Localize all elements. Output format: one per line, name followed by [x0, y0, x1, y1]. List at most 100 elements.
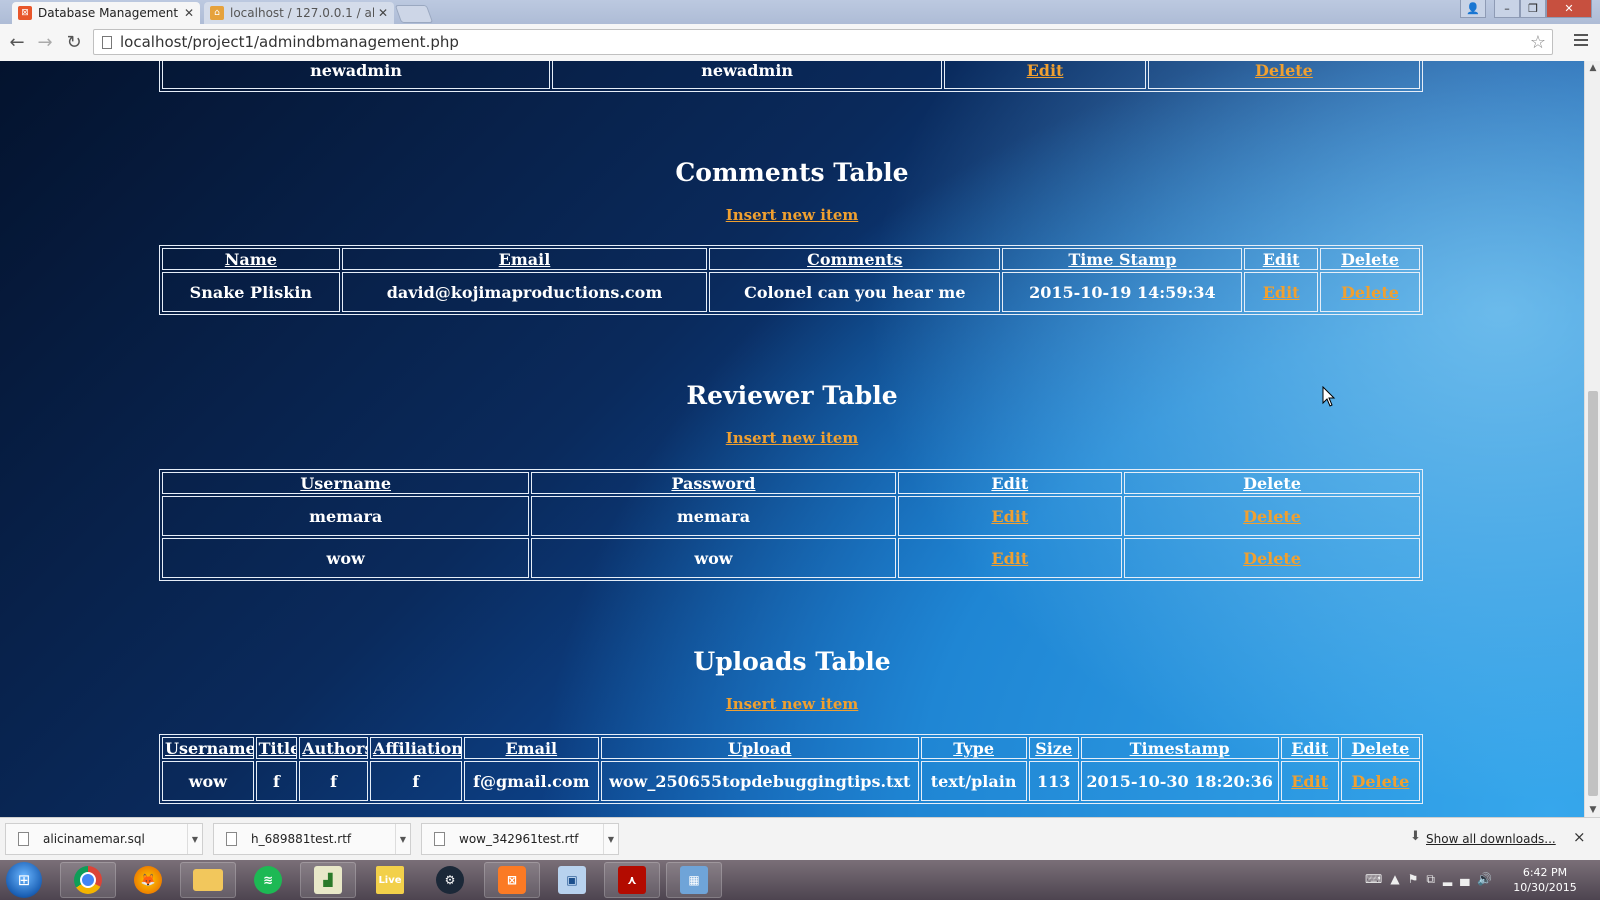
edit-link[interactable]: Edit — [1291, 772, 1328, 791]
column-header[interactable]: Username — [162, 472, 530, 494]
table-header-row: Username Password Edit Delete — [162, 472, 1420, 494]
reviewer-insert-link[interactable]: Insert new item — [0, 429, 1584, 447]
column-header[interactable]: Email — [463, 737, 599, 759]
xampp-icon[interactable]: ⊠ — [484, 862, 540, 898]
url-text: localhost/project1/admindbmanagement.php — [120, 33, 459, 51]
control-panel-icon[interactable]: ▦ — [666, 862, 722, 898]
address-bar[interactable]: localhost/project1/admindbmanagement.php… — [93, 29, 1553, 55]
table-cell: f — [369, 761, 462, 801]
table-cell: f — [255, 761, 298, 801]
column-header[interactable]: Size — [1028, 737, 1079, 759]
column-header[interactable]: Upload — [600, 737, 919, 759]
delete-link[interactable]: Delete — [1255, 61, 1313, 80]
chrome-icon[interactable] — [60, 862, 116, 898]
bookmark-star-icon[interactable]: ☆ — [1530, 32, 1546, 53]
forward-icon[interactable]: → — [35, 32, 55, 53]
tab-close-icon[interactable]: ✕ — [378, 6, 388, 20]
column-header[interactable]: Comments — [709, 248, 1001, 270]
column-header[interactable]: Time Stamp — [1002, 248, 1243, 270]
spotify-icon[interactable]: ≋ — [240, 862, 296, 898]
chevron-down-icon[interactable]: ▼ — [187, 824, 202, 854]
users-table-partial: newadmin newadmin Edit Delete — [159, 61, 1423, 92]
uploads-insert-link[interactable]: Insert new item — [0, 695, 1584, 713]
tab-database-management[interactable]: ⊠ Database Management ✕ — [12, 2, 200, 24]
browser-toolbar: ← → ↻ localhost/project1/admindbmanageme… — [0, 24, 1600, 62]
minimize-button[interactable]: – — [1494, 0, 1520, 18]
column-header[interactable]: Authors — [299, 737, 368, 759]
tray-expand-icon[interactable]: ▲ — [1390, 872, 1407, 886]
table-row: wow f f f f@gmail.com wow_250655topdebug… — [162, 761, 1420, 801]
scroll-up-icon[interactable]: ▲ — [1585, 63, 1600, 73]
scrollbar-thumb[interactable] — [1588, 391, 1598, 796]
column-header[interactable]: Name — [162, 248, 340, 270]
new-tab-button[interactable] — [394, 5, 434, 23]
table-row: memara memara Edit Delete — [162, 496, 1420, 536]
column-header[interactable]: Affiliation — [369, 737, 462, 759]
chevron-down-icon[interactable]: ▼ — [603, 824, 618, 854]
live-icon[interactable]: Live — [362, 862, 418, 898]
column-header[interactable]: Username — [162, 737, 254, 759]
profile-icon[interactable]: 👤 — [1460, 0, 1486, 18]
system-tray: ⌨▲⚑⧉▂▄🔊 — [1365, 872, 1500, 887]
explorer-icon[interactable] — [180, 862, 236, 898]
restore-button[interactable]: ❐ — [1520, 0, 1546, 18]
table-cell: Edit — [897, 538, 1123, 578]
table-cell: Colonel can you hear me — [709, 272, 1001, 312]
edit-link[interactable]: Edit — [991, 549, 1028, 568]
comments-insert-link[interactable]: Insert new item — [0, 206, 1584, 224]
table-cell: Delete — [1124, 538, 1420, 578]
scroll-down-icon[interactable]: ▼ — [1585, 805, 1600, 815]
edit-link[interactable]: Edit — [1027, 61, 1064, 80]
column-header[interactable]: Edit — [1244, 248, 1318, 270]
chevron-down-icon[interactable]: ▼ — [395, 824, 410, 854]
device-icon[interactable]: ⧉ — [1426, 872, 1443, 886]
delete-link[interactable]: Delete — [1243, 507, 1301, 526]
keyboard-icon[interactable]: ⌨ — [1365, 872, 1390, 886]
edit-link[interactable]: Edit — [1263, 283, 1300, 302]
window-close-button[interactable]: ✕ — [1546, 0, 1592, 18]
delete-link[interactable]: Delete — [1351, 772, 1409, 791]
reload-icon[interactable]: ↻ — [64, 32, 84, 53]
table-cell: memara — [162, 496, 530, 536]
start-button-icon[interactable]: ⊞ — [6, 862, 42, 898]
volume-icon[interactable]: 🔊 — [1477, 872, 1500, 886]
reviewer-table-title: Reviewer Table — [686, 381, 898, 410]
download-item[interactable]: alicinamemar.sql ▼ — [5, 823, 203, 855]
download-item[interactable]: h_689881test.rtf ▼ — [213, 823, 411, 855]
download-arrow-icon: ⬇ — [1410, 829, 1421, 844]
taskbar-clock[interactable]: 6:42 PM 10/30/2015 — [1505, 865, 1585, 895]
tab-close-icon[interactable]: ✕ — [184, 6, 194, 20]
steam-icon[interactable]: ⚙ — [422, 862, 478, 898]
delete-link[interactable]: Delete — [1243, 549, 1301, 568]
network-icon[interactable]: ▂▄ — [1443, 872, 1477, 886]
column-header[interactable]: Type — [920, 737, 1027, 759]
column-header[interactable]: Delete — [1124, 472, 1420, 494]
acrobat-icon[interactable]: ⋏ — [604, 862, 660, 898]
chrome-menu-icon[interactable] — [1574, 34, 1588, 49]
delete-link[interactable]: Delete — [1341, 283, 1399, 302]
close-downloads-icon[interactable]: × — [1573, 828, 1586, 846]
download-filename: wow_342961test.rtf — [459, 832, 579, 846]
spreadsheet-icon[interactable]: ▟ — [300, 862, 356, 898]
tab-phpmyadmin[interactable]: ⌂ localhost / 127.0.0.1 / alici ✕ — [204, 2, 394, 24]
file-icon — [226, 832, 237, 846]
column-header[interactable]: Delete — [1340, 737, 1420, 759]
column-header[interactable]: Delete — [1319, 248, 1420, 270]
download-item[interactable]: wow_342961test.rtf ▼ — [421, 823, 619, 855]
virtualbox-icon[interactable]: ▣ — [544, 862, 600, 898]
firefox-icon[interactable]: 🦊 — [120, 862, 176, 898]
back-icon[interactable]: ← — [7, 32, 27, 53]
table-cell: wow_250655topdebuggingtips.txt — [600, 761, 919, 801]
column-header[interactable]: Edit — [897, 472, 1123, 494]
flag-icon[interactable]: ⚑ — [1408, 872, 1427, 886]
live-label: Live — [376, 866, 404, 894]
show-all-downloads-link[interactable]: Show all downloads... — [1426, 832, 1556, 846]
vertical-scrollbar[interactable]: ▲ ▼ — [1584, 61, 1600, 817]
column-header[interactable]: Title — [255, 737, 298, 759]
column-header[interactable]: Password — [531, 472, 896, 494]
column-header[interactable]: Timestamp — [1080, 737, 1279, 759]
windows-taskbar: ⊞ 🦊 ≋ ▟ Live ⚙ ⊠ ▣ ⋏ ▦ ⌨▲⚑⧉▂▄🔊 6:42 PM 1… — [0, 860, 1600, 900]
edit-link[interactable]: Edit — [991, 507, 1028, 526]
column-header[interactable]: Edit — [1280, 737, 1339, 759]
column-header[interactable]: Email — [341, 248, 708, 270]
